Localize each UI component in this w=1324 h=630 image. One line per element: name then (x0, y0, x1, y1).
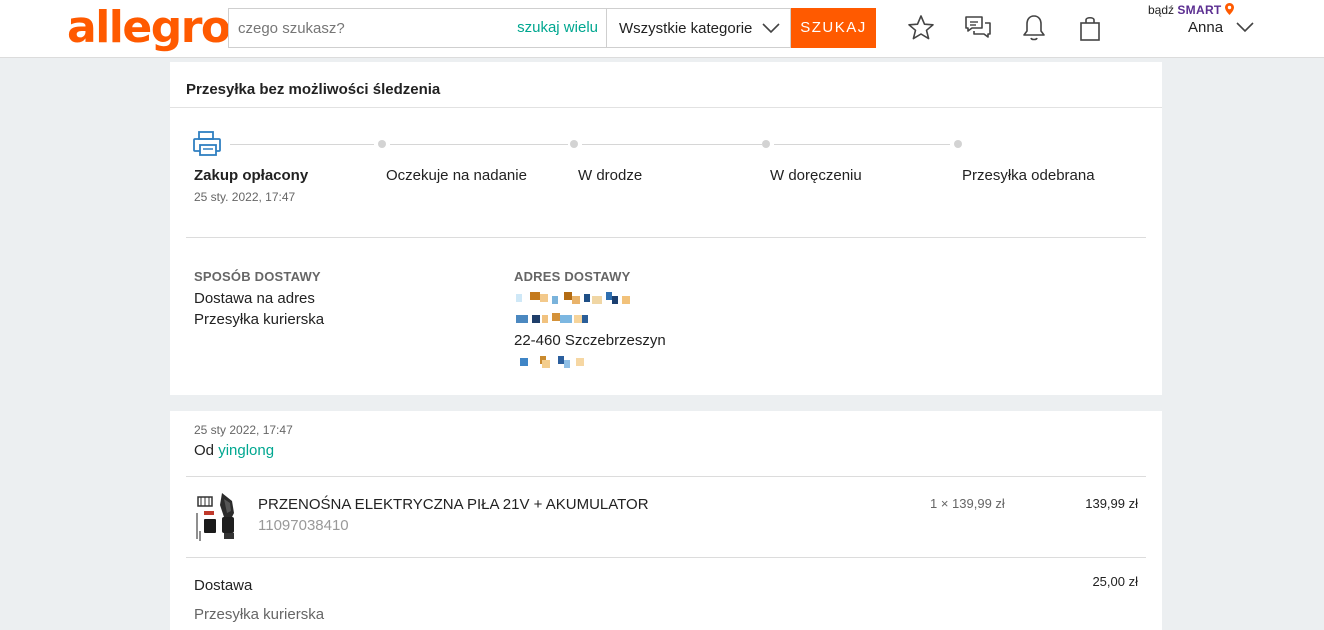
track-dot (378, 140, 386, 148)
seller-line: Od yinglong (194, 442, 274, 459)
printer-icon (193, 131, 221, 156)
search-button[interactable]: SZUKAJ (791, 8, 876, 48)
product-name-link[interactable]: PRZENOŚNA ELEKTRYCZNA PIŁA 21V + AKUMULA… (258, 496, 649, 513)
seller-link[interactable]: yinglong (218, 442, 274, 459)
product-id: 11097038410 (258, 517, 349, 534)
shipment-title: Przesyłka bez możliwości śledzenia (186, 81, 441, 98)
redacted-address-line (520, 356, 600, 368)
shipping-label: Dostawa (194, 577, 253, 594)
order-card: 25 sty 2022, 17:47 Od yinglong PRZENOŚNA… (170, 411, 1162, 630)
shipment-card: Przesyłka bez możliwości śledzenia Zakup… (170, 62, 1162, 395)
order-date: 25 sty 2022, 17:47 (194, 423, 293, 437)
step-label-in-transit: W drodze (578, 167, 643, 184)
track-dot (954, 140, 962, 148)
search-input[interactable] (229, 9, 509, 47)
track-line (774, 144, 950, 145)
product-total: 139,99 zł (1085, 496, 1138, 511)
chat-icon[interactable] (963, 13, 993, 43)
redacted-address-line (516, 313, 636, 325)
shipping-price: 25,00 zł (1092, 574, 1138, 589)
search-many-link[interactable]: szukaj wielu (517, 19, 598, 36)
step-label-received: Przesyłka odebrana (962, 167, 1095, 184)
user-name[interactable]: Anna (1188, 19, 1223, 36)
track-dot (762, 140, 770, 148)
search-box: szukaj wielu (228, 8, 607, 48)
smart-prefix: bądź (1148, 3, 1175, 17)
divider (170, 107, 1162, 108)
delivery-method-line1: Dostawa na adres (194, 290, 315, 307)
seller-prefix: Od (194, 442, 215, 459)
divider (186, 237, 1146, 238)
delivery-address-label: ADRES DOSTAWY (514, 269, 631, 284)
track-dot (570, 140, 578, 148)
shipping-method: Przesyłka kurierska (194, 606, 325, 623)
smart-badge[interactable]: bądź SMART (1148, 3, 1234, 17)
location-pin-icon (1224, 3, 1234, 15)
delivery-address-postal-city: 22-460 Szczebrzeszyn (514, 332, 666, 349)
step-label-awaiting: Oczekuje na nadanie (386, 167, 527, 184)
divider (186, 557, 1146, 558)
allegro-logo[interactable]: allegro (67, 5, 231, 51)
bell-icon[interactable] (1019, 13, 1049, 43)
delivery-method-label: SPOSÓB DOSTAWY (194, 269, 321, 284)
step-date: 25 sty. 2022, 17:47 (194, 190, 296, 204)
chevron-down-icon (762, 23, 780, 34)
divider (186, 476, 1146, 477)
delivery-method-line2: Przesyłka kurierska (194, 311, 325, 328)
top-header: allegro szukaj wielu Wszystkie kategorie… (0, 0, 1324, 58)
product-thumbnail[interactable] (194, 491, 242, 543)
step-label-out-for-delivery: W doręczeniu (770, 167, 862, 184)
category-select[interactable]: Wszystkie kategorie (606, 8, 791, 48)
bag-icon[interactable] (1075, 13, 1105, 43)
track-line (582, 144, 762, 145)
product-qty-price: 1 × 139,99 zł (930, 496, 1005, 511)
track-line (390, 144, 568, 145)
step-label-paid: Zakup opłacony (194, 167, 309, 184)
redacted-address-line (516, 292, 636, 304)
track-line (230, 144, 374, 145)
category-label: Wszystkie kategorie (619, 20, 753, 37)
smart-brand: SMART (1177, 3, 1222, 17)
star-icon[interactable] (906, 13, 936, 43)
chevron-down-icon[interactable] (1236, 20, 1254, 34)
